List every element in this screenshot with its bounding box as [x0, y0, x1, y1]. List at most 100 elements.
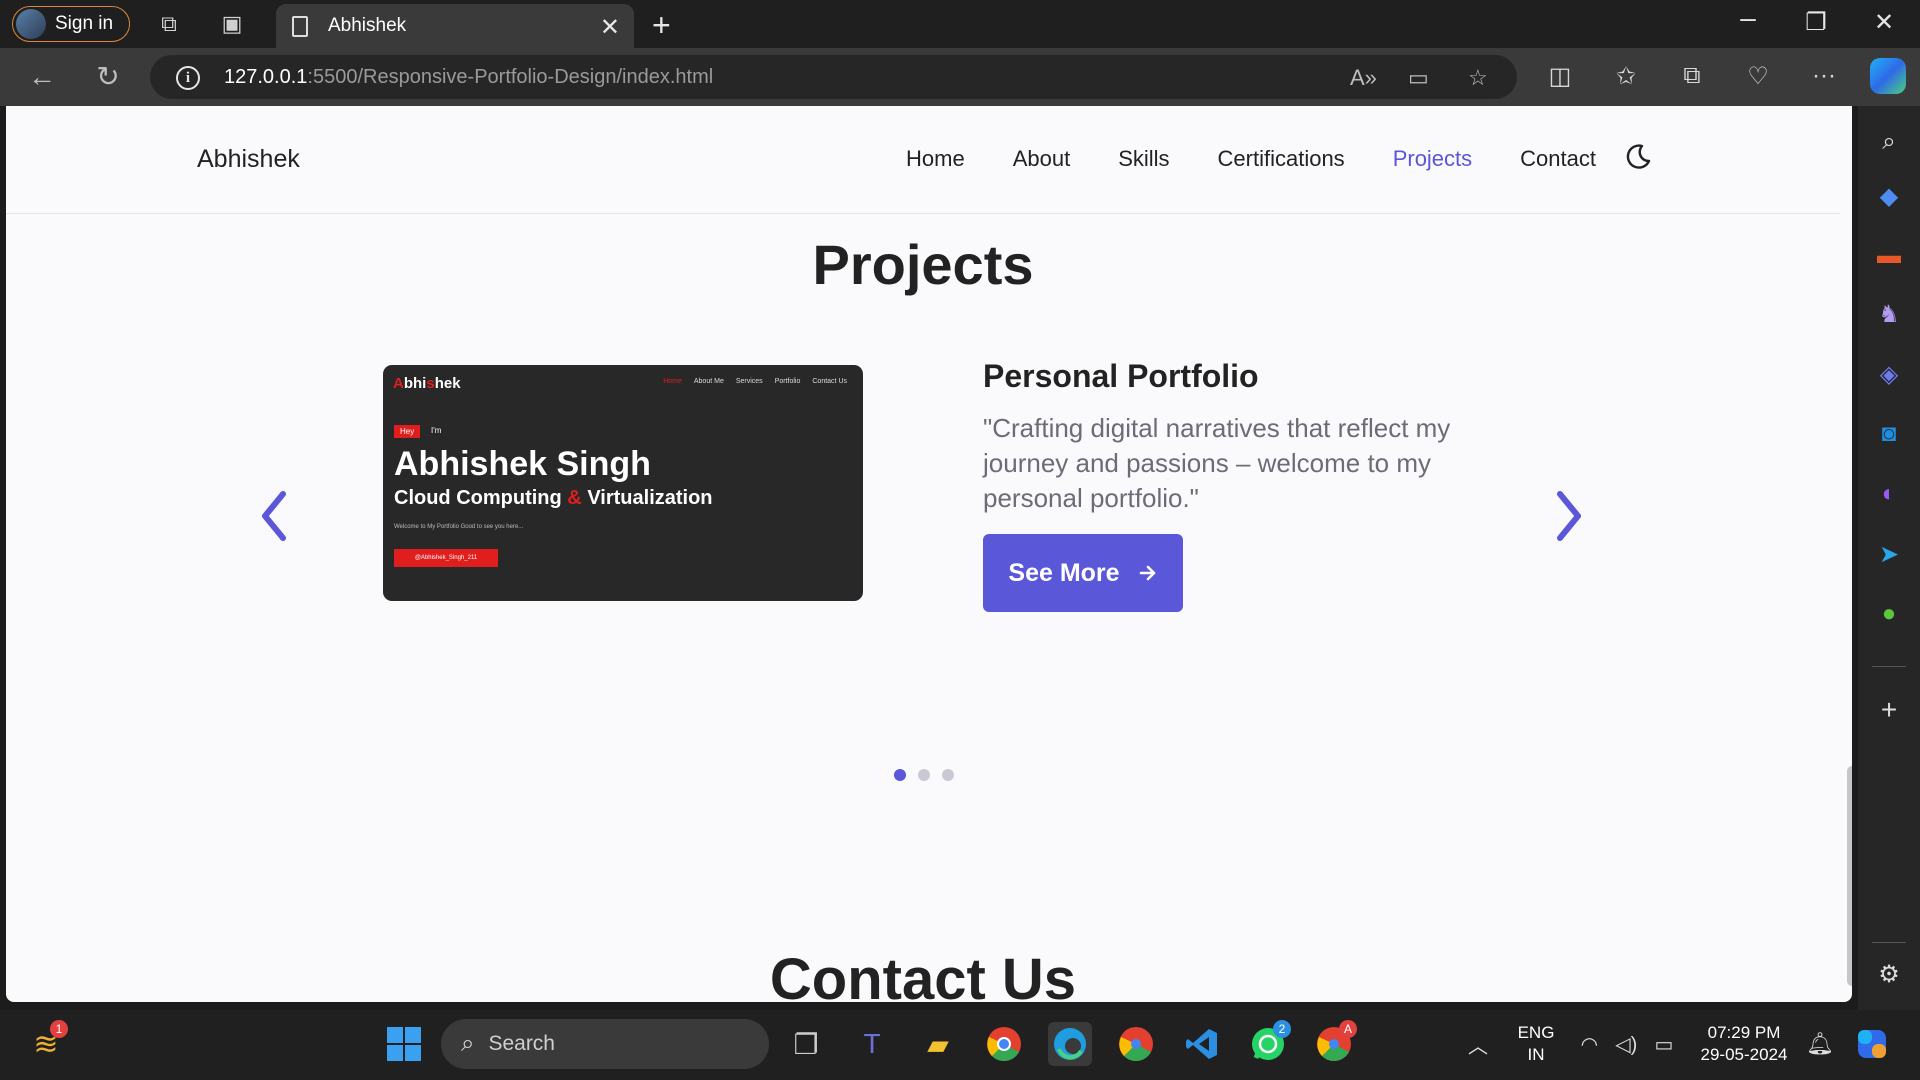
workspaces-icon[interactable]: ⧉: [157, 12, 181, 36]
performance-icon[interactable]: ♡: [1743, 62, 1773, 91]
tab-actions-icon[interactable]: ▣: [220, 12, 244, 36]
file-explorer-icon[interactable]: ▰: [916, 1022, 960, 1066]
moon-icon[interactable]: [1623, 142, 1653, 172]
site-logo[interactable]: Abhishek: [197, 145, 300, 174]
tools-icon[interactable]: ▬: [1871, 238, 1907, 274]
teams-icon[interactable]: T: [850, 1022, 894, 1066]
region-code: IN: [1527, 1045, 1545, 1064]
tree-icon[interactable]: ●: [1871, 596, 1907, 632]
settings-icon[interactable]: ⚙: [1871, 956, 1907, 992]
notification-badge: 1: [50, 1020, 68, 1038]
copilot-sidebar-icon[interactable]: ◈: [1871, 356, 1907, 392]
edge-icon[interactable]: [1048, 1022, 1092, 1066]
favorite-star-icon[interactable]: ☆: [1468, 65, 1488, 91]
sign-in-button[interactable]: Sign in: [12, 6, 130, 42]
next-arrow-icon[interactable]: [1542, 486, 1592, 546]
project-preview-image: Abhishek Home About Me Services Portfoli…: [383, 365, 863, 601]
url-text: 127.0.0.1:5500/Responsive-Portfolio-Desi…: [224, 66, 714, 88]
refresh-icon[interactable]: ↻: [91, 62, 125, 92]
immersive-reader-icon[interactable]: ▭: [1408, 65, 1429, 91]
more-menu-icon[interactable]: ···: [1809, 62, 1839, 90]
nav-home[interactable]: Home: [906, 146, 965, 172]
restore-icon[interactable]: ❐: [1796, 8, 1836, 37]
chrome-profile-icon[interactable]: [1114, 1022, 1158, 1066]
page-viewport: Abhishek Home About Skills Certification…: [6, 106, 1852, 1002]
edge-sidebar: ⌕ ◆ ▬ ♞ ◈ ◙ ◐ ➤ ● + ⚙: [1858, 106, 1920, 1010]
windows-taskbar: ≋ 1 ⌕ Search ❐ T ▰ 2 A ︿ ENG IN ◠ ◁) ▭ 0…: [0, 1010, 1920, 1080]
contact-heading: Contact Us: [769, 947, 1077, 1002]
language-indicator[interactable]: ENG IN: [1510, 1022, 1562, 1066]
add-sidebar-app-icon[interactable]: +: [1871, 692, 1907, 728]
slider-dot[interactable]: [894, 769, 906, 781]
slider-dot[interactable]: [918, 769, 930, 781]
preview-hey-badge: Hey: [394, 425, 421, 438]
project-description: "Crafting digital narratives that reflec…: [983, 413, 1451, 513]
volume-icon: ◁): [1615, 1033, 1638, 1056]
tab-abhishek[interactable]: Abhishek ✕: [276, 4, 634, 48]
windows-start-icon[interactable]: [382, 1022, 426, 1066]
nav-skills[interactable]: Skills: [1118, 146, 1169, 172]
see-more-label: See More: [1008, 558, 1120, 587]
wifi-icon: ◠: [1580, 1033, 1599, 1056]
close-window-icon[interactable]: ✕: [1864, 8, 1904, 37]
search-icon: ⌕: [461, 1030, 475, 1057]
taskbar-search[interactable]: ⌕ Search: [441, 1019, 769, 1069]
language-code: ENG: [1517, 1023, 1555, 1042]
page-icon: [292, 15, 308, 37]
new-tab-icon[interactable]: +: [652, 7, 671, 44]
telegram-icon[interactable]: ➤: [1871, 536, 1907, 572]
nav-about[interactable]: About: [1013, 146, 1071, 172]
taskbar-search-label: Search: [488, 1032, 555, 1055]
preview-handle-button: @Abhishek_Singh_211: [394, 549, 498, 567]
minimize-icon[interactable]: –: [1728, 2, 1768, 34]
projects-heading: Projects: [812, 233, 1034, 296]
favorites-icon[interactable]: ✩: [1611, 62, 1641, 91]
nav-projects[interactable]: Projects: [1393, 146, 1472, 172]
url-field[interactable]: i 127.0.0.1:5500/Responsive-Portfolio-De…: [150, 55, 1517, 99]
read-aloud-icon[interactable]: A»: [1350, 65, 1377, 91]
sign-in-label: Sign in: [55, 13, 114, 34]
chevron-up-icon[interactable]: ︿: [1456, 1022, 1500, 1066]
battery-icon: ▭: [1654, 1033, 1674, 1056]
copilot-pre-icon[interactable]: [1850, 1022, 1894, 1066]
prev-arrow-icon[interactable]: [251, 486, 301, 546]
arrow-right-icon: [1139, 565, 1155, 581]
whatsapp-badge: 2: [1273, 1020, 1291, 1038]
games-icon[interactable]: ♞: [1871, 296, 1907, 332]
sidebar-divider: [1872, 942, 1906, 943]
split-screen-icon[interactable]: ◫: [1545, 62, 1575, 91]
back-icon[interactable]: ←: [25, 62, 59, 92]
site-header: Abhishek Home About Skills Certification…: [6, 106, 1840, 214]
shopping-tag-icon[interactable]: ◆: [1871, 178, 1907, 214]
preview-name: Abhishek Singh: [394, 445, 651, 483]
collections-icon[interactable]: ⧉: [1677, 62, 1707, 90]
preview-subtitle: Cloud Computing & Virtualization: [394, 487, 713, 509]
tab-bar: Sign in ⧉ ▣ Abhishek ✕ + – ❐ ✕: [0, 0, 1920, 48]
system-tray[interactable]: ◠ ◁) ▭: [1572, 1022, 1682, 1066]
preview-welcome: Welcome to My Portfolio Good to see you …: [394, 524, 524, 530]
preview-logo: Abhishek: [393, 375, 461, 392]
see-more-button[interactable]: See More: [983, 534, 1183, 612]
nav-certifications[interactable]: Certifications: [1218, 146, 1345, 172]
search-icon[interactable]: ⌕: [1871, 124, 1907, 160]
clock[interactable]: 07:29 PM 29-05-2024: [1694, 1022, 1794, 1066]
clock-date: 29-05-2024: [1700, 1045, 1788, 1064]
designer-icon[interactable]: ◐: [1871, 476, 1907, 512]
copilot-icon[interactable]: [1870, 58, 1906, 94]
site-nav: Home About Skills Certifications Project…: [906, 146, 1596, 172]
site-info-icon[interactable]: i: [176, 66, 200, 90]
sidebar-divider: [1872, 666, 1906, 667]
slider-pagination: [894, 769, 954, 781]
vscode-icon[interactable]: [1180, 1022, 1224, 1066]
preview-menu: Home About Me Services Portfolio Contact…: [663, 378, 847, 385]
close-tab-icon[interactable]: ✕: [600, 13, 620, 42]
task-view-icon[interactable]: ❐: [784, 1022, 828, 1066]
nav-contact[interactable]: Contact: [1520, 146, 1596, 172]
chrome-icon[interactable]: [982, 1022, 1026, 1066]
preview-im: I'm: [431, 426, 442, 435]
slider-dot[interactable]: [942, 769, 954, 781]
profile-avatar: [16, 9, 46, 39]
notifications-icon[interactable]: 🔔︎: [1798, 1022, 1842, 1066]
outlook-icon[interactable]: ◙: [1871, 416, 1907, 452]
page-scrollbar[interactable]: [1847, 766, 1852, 986]
